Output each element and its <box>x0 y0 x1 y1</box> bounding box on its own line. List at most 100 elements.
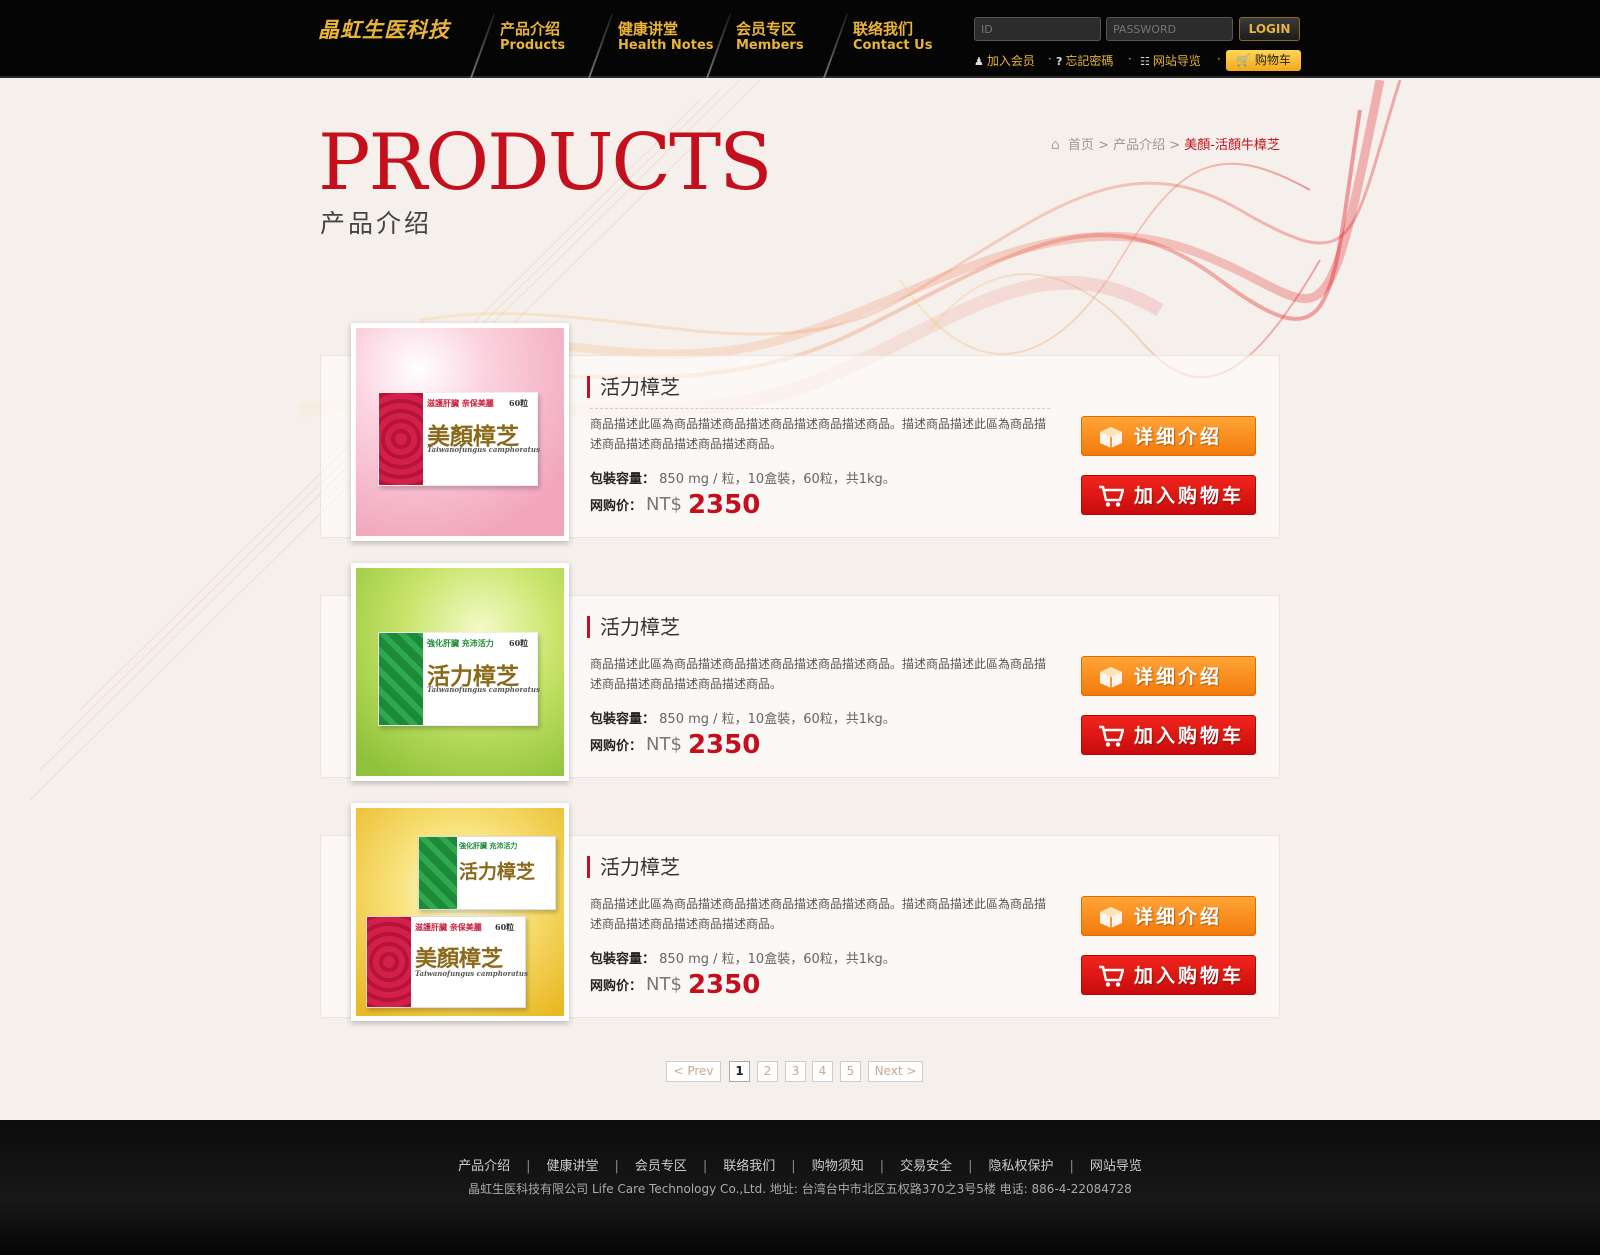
box-pattern <box>379 633 424 725</box>
footer-sep: | <box>526 1159 531 1174</box>
footer-sep: | <box>968 1159 973 1174</box>
id-input[interactable] <box>974 17 1101 41</box>
price-value: 2350 <box>687 730 761 760</box>
question-icon: ? <box>1056 55 1063 68</box>
product-image[interactable]: 美顏樟芝 滋護肝臟 亲保美麗 60粒 Taiwanofungus camphor… <box>351 323 569 541</box>
package-icon <box>1100 667 1122 688</box>
add-to-cart-label: 加入购物车 <box>1134 725 1245 747</box>
spec-value: 850 mg / 粒，10盒裝，60粒，共1kg。 <box>659 712 896 727</box>
nav-members[interactable]: 会员专区 Members <box>706 0 824 78</box>
box-count: 60粒 <box>509 638 529 648</box>
footer-link-security[interactable]: 交易安全 <box>900 1159 952 1174</box>
nav-contact-us[interactable]: 联络我们 Contact Us <box>823 0 941 78</box>
box-pattern <box>419 837 458 909</box>
product-image[interactable]: 活力樟芝 強化肝臟 充沛活力 60粒 Taiwanofungus camphor… <box>351 563 569 781</box>
pager-prev[interactable]: < Prev <box>666 1061 721 1082</box>
breadcrumb-section[interactable]: 产品介绍 <box>1113 138 1165 153</box>
nav-products[interactable]: 产品介绍 Products <box>470 0 588 78</box>
pager-page[interactable]: 2 <box>757 1061 778 1082</box>
price-currency: NT$ <box>646 974 682 995</box>
page-title-zh: 产品介绍 <box>320 209 433 238</box>
add-to-cart-button[interactable]: 加入购物车 <box>1081 475 1256 515</box>
forgot-password-link[interactable]: ? 忘記密碼 <box>1056 52 1113 69</box>
product-desc: 商品描述此區為商品描述商品描述商品描述商品描述商品。描述商品描述此區為商品描述商… <box>590 897 1047 931</box>
box-tag: 強化肝臟 充沛活力 <box>427 638 494 648</box>
price-label: 网购价： <box>590 499 643 514</box>
product-box: 美顏樟芝 滋護肝臟 亲保美麗 60粒 Taiwanofungus camphor… <box>378 392 540 486</box>
spec-label: 包裝容量： <box>590 472 656 487</box>
footer-link-shopping-notes[interactable]: 购物须知 <box>812 1159 864 1174</box>
pager-page[interactable]: 5 <box>840 1061 861 1082</box>
detail-button[interactable]: 详细介绍 <box>1081 656 1256 696</box>
pager-page[interactable]: 4 <box>812 1061 833 1082</box>
add-to-cart-button[interactable]: 加入购物车 <box>1081 955 1256 995</box>
link-separator: · <box>1128 52 1132 66</box>
breadcrumb-home[interactable]: 首页 <box>1068 138 1094 153</box>
product-row: 美顏樟芝 滋護肝臟 亲保美麗 60粒 Taiwanofungus camphor… <box>320 323 1280 541</box>
product-row: 活力樟芝 強化肝臟 充沛活力 60粒 Taiwanofungus camphor… <box>320 563 1280 781</box>
product-image[interactable]: 活力樟芝 強化肝臟 充沛活力 美顏樟芝 滋護肝臟 亲保美麗 60粒 Taiwan… <box>351 803 569 1021</box>
footer-link-sitemap[interactable]: 网站导览 <box>1090 1159 1142 1174</box>
footer-link-products[interactable]: 产品介绍 <box>458 1159 510 1174</box>
pager-page[interactable]: 1 <box>729 1061 750 1082</box>
product-box-secondary: 美顏樟芝 滋護肝臟 亲保美麗 60粒 Taiwanofungus camphor… <box>366 916 528 1008</box>
nav-members-zh: 会员专区 <box>736 20 797 38</box>
site-logo[interactable]: 晶虹生医科技 <box>318 14 450 44</box>
name-divider <box>590 408 1050 409</box>
detail-button[interactable]: 详细介绍 <box>1081 896 1256 936</box>
cart-button[interactable]: 🛒 购物车 <box>1226 50 1301 71</box>
detail-label: 详细介绍 <box>1134 906 1223 928</box>
breadcrumb-sep: > <box>1098 138 1109 153</box>
box-subtitle: Taiwanofungus camphoratus <box>415 969 528 978</box>
box-count: 60粒 <box>495 922 515 932</box>
breadcrumb: ⌂ 首页 > 产品介绍 > 美顏-活顏牛樟芝 <box>1051 134 1280 153</box>
footer-link-privacy[interactable]: 隐私权保护 <box>989 1159 1054 1174</box>
box-title: 活力樟芝 <box>459 861 536 883</box>
add-to-cart-button[interactable]: 加入购物车 <box>1081 715 1256 755</box>
price-value: 2350 <box>687 490 761 520</box>
detail-label: 详细介绍 <box>1134 666 1223 688</box>
price-label: 网购价： <box>590 979 643 994</box>
site-footer: 产品介绍 | 健康讲堂 | 会员专区 | 联络我们 | 购物须知 | 交易安全 | 隐私权保护 | 网站导览… <box>0 1120 1600 1255</box>
pager-next[interactable]: Next > <box>868 1061 923 1082</box>
cart-icon <box>1099 725 1124 747</box>
cart-label: 购物车 <box>1254 53 1291 67</box>
nav-contact-us-zh: 联络我们 <box>853 20 914 38</box>
footer-link-health[interactable]: 健康讲堂 <box>546 1159 598 1174</box>
box-tag: 滋護肝臟 亲保美麗 <box>415 922 482 932</box>
login-button[interactable]: LOGIN <box>1239 17 1300 41</box>
product-spec: 包裝容量： 850 mg / 粒，10盒裝，60粒，共1kg。 <box>590 948 896 967</box>
footer-link-contact[interactable]: 联络我们 <box>723 1159 775 1174</box>
footer-sep: | <box>791 1159 796 1174</box>
package-icon <box>1100 907 1122 928</box>
cart-icon: 🛒 <box>1236 53 1252 67</box>
nav-health-notes[interactable]: 健康讲堂 Health Notes <box>588 0 714 78</box>
box-subtitle: Taiwanofungus camphoratus <box>427 685 540 694</box>
box-pattern <box>379 393 424 485</box>
product-box: 活力樟芝 強化肝臟 充沛活力 60粒 Taiwanofungus camphor… <box>378 632 540 726</box>
footer-link-members[interactable]: 会员专区 <box>635 1159 687 1174</box>
nav-products-zh: 产品介绍 <box>500 20 561 38</box>
sitemap-link[interactable]: ☷ 网站导览 <box>1140 52 1201 69</box>
sitemap-label: 网站导览 <box>1152 54 1201 68</box>
product-name: 活力樟芝 <box>587 616 680 638</box>
product-price: 网购价： NT$ 2350 <box>590 970 760 1000</box>
nav-contact-us-en: Contact Us <box>853 38 933 53</box>
footer-sep: | <box>879 1159 885 1174</box>
breadcrumb-sep: > <box>1169 138 1181 153</box>
pager-page[interactable]: 3 <box>785 1061 806 1082</box>
nav-divider <box>470 14 496 78</box>
detail-button[interactable]: 详细介绍 <box>1081 416 1256 456</box>
join-member-link[interactable]: ♟ 加入会员 <box>974 52 1035 69</box>
add-to-cart-label: 加入购物车 <box>1134 485 1245 507</box>
box-tag: 滋護肝臟 亲保美麗 <box>427 398 494 408</box>
top-header: 晶虹生医科技 产品介绍 Products 健康讲堂 Health Notes 会… <box>0 0 1600 78</box>
add-to-cart-label: 加入购物车 <box>1134 965 1245 987</box>
nav-divider <box>706 14 732 78</box>
price-label: 网购价： <box>590 739 643 754</box>
cart-icon <box>1099 965 1124 987</box>
password-input[interactable] <box>1106 17 1233 41</box>
join-member-label: 加入会员 <box>986 54 1035 68</box>
nav-divider <box>588 14 614 78</box>
product-price: 网购价： NT$ 2350 <box>590 490 760 520</box>
